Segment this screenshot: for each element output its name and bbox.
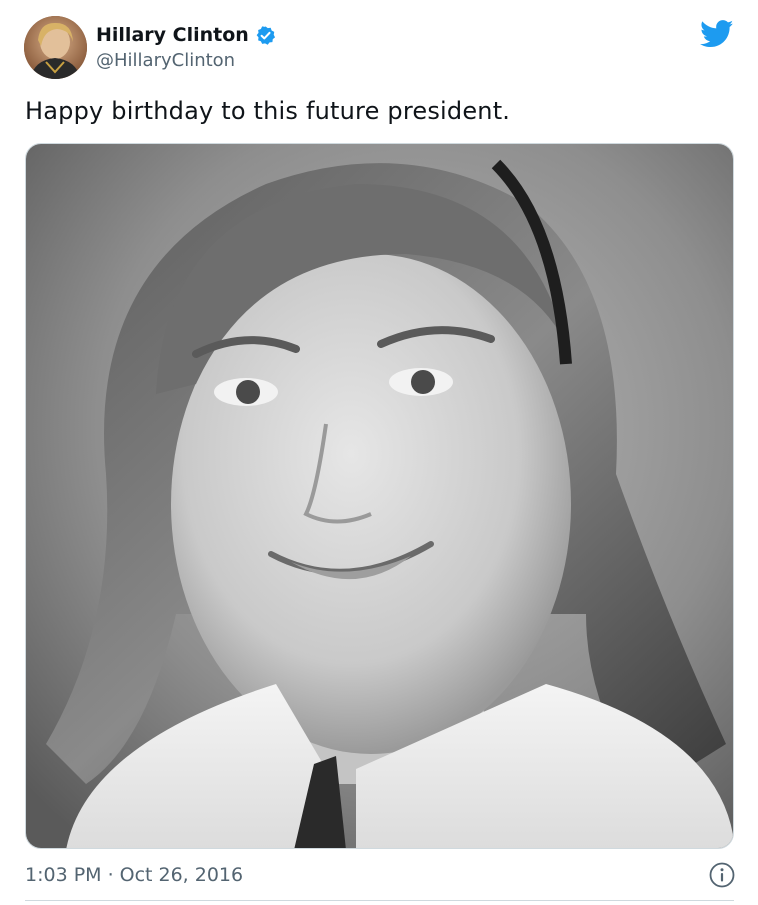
portrait-photo-image — [26, 144, 733, 848]
info-icon[interactable] — [709, 862, 735, 888]
tweet-photo[interactable] — [25, 143, 734, 849]
tweet-date[interactable]: Oct 26, 2016 — [120, 864, 244, 886]
timestamp-separator: · — [107, 864, 114, 886]
tweet-time[interactable]: 1:03 PM — [25, 864, 102, 886]
divider — [25, 900, 734, 901]
tweet-timestamp[interactable]: 1:03 PM · Oct 26, 2016 — [25, 862, 243, 888]
author-handle[interactable]: @HillaryClinton — [96, 50, 235, 72]
tweet-card: Hillary Clinton @HillaryClinton Happy bi… — [0, 0, 758, 905]
author-display-name[interactable]: Hillary Clinton — [96, 24, 249, 46]
author-avatar[interactable] — [24, 16, 87, 79]
twitter-bird-icon[interactable] — [700, 20, 734, 48]
verified-badge-icon — [255, 25, 276, 46]
avatar-image — [24, 16, 87, 79]
author-name-row[interactable]: Hillary Clinton — [96, 24, 276, 46]
tweet-text: Happy birthday to this future president. — [25, 97, 511, 125]
